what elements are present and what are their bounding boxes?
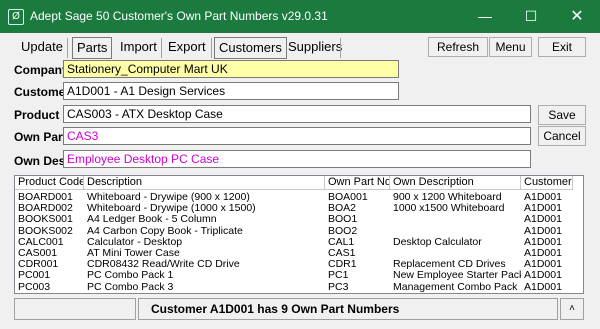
cell-own-description bbox=[390, 248, 521, 259]
menu-separator bbox=[340, 38, 341, 58]
cancel-button[interactable]: Cancel bbox=[538, 126, 586, 146]
save-button[interactable]: Save bbox=[538, 105, 586, 125]
cell-customer: A1D001 bbox=[524, 192, 562, 203]
menu-button[interactable]: Menu bbox=[489, 37, 532, 57]
cell-own-description: New Employee Starter Pack bbox=[393, 270, 521, 282]
menu-separator bbox=[211, 38, 212, 58]
table-row[interactable]: CDR001 CDR08432 Read/Write CD Drive CDR1 Re… bbox=[15, 259, 583, 270]
exit-button[interactable]: Exit bbox=[538, 37, 586, 57]
cell-own-description: 1000 x1500 Whiteboard bbox=[393, 203, 505, 215]
cell-own-part-no: BOA2 bbox=[328, 203, 357, 215]
cell-own-description: 900 x 1200 Whiteboard bbox=[393, 192, 502, 203]
table-row[interactable]: BOOKS001 A4 Ledger Book - 5 Column BOO1 A1D… bbox=[15, 214, 583, 225]
customer-label: Customer bbox=[14, 85, 71, 99]
status-bar: Customer A1D001 has 9 Own Part Numbers ˄ bbox=[14, 298, 584, 320]
own-parts-grid[interactable]: Product Code Description Own Part No Own De… bbox=[14, 175, 584, 294]
cell-description: A4 Carbon Copy Book - Triplicate bbox=[87, 225, 243, 237]
cell-product-code: PC003 bbox=[18, 281, 51, 293]
header-own-description[interactable]: Own Description bbox=[390, 176, 521, 190]
cell-description: Whiteboard - Drywipe (900 x 1200) bbox=[87, 192, 250, 203]
cell-product-code: BOARD001 bbox=[18, 192, 73, 203]
menu-separator bbox=[161, 38, 162, 58]
header-customer[interactable]: Customer bbox=[521, 176, 573, 190]
cell-own-description bbox=[390, 226, 521, 237]
refresh-button[interactable]: Refresh bbox=[428, 37, 488, 57]
cell-own-description bbox=[390, 214, 521, 225]
cell-description: Whiteboard - Drywipe (1000 x 1500) bbox=[87, 203, 256, 215]
cell-own-description: Management Combo Pack bbox=[393, 281, 518, 293]
cell-description: AT Mini Tower Case bbox=[87, 248, 180, 259]
cell-customer: A1D001 bbox=[524, 248, 562, 259]
header-description[interactable]: Description bbox=[84, 176, 325, 190]
menu-separator bbox=[67, 38, 68, 58]
tab-customers[interactable]: Customers bbox=[214, 37, 287, 59]
cell-customer: A1D001 bbox=[524, 259, 562, 271]
cell-customer: A1D001 bbox=[524, 270, 562, 282]
cell-own-part-no: CAS1 bbox=[328, 248, 356, 259]
cell-own-part-no: BOO2 bbox=[328, 225, 358, 237]
cell-own-description: Replacement CD Drives bbox=[393, 259, 506, 271]
table-row[interactable]: BOOKS002 A4 Carbon Copy Book - Triplicate… bbox=[15, 226, 583, 237]
company-label: Company bbox=[14, 63, 69, 77]
tab-import[interactable]: Import bbox=[116, 37, 161, 57]
cell-description: CDR08432 Read/Write CD Drive bbox=[87, 259, 240, 271]
status-panel-left bbox=[14, 298, 136, 320]
own-desc-field[interactable]: Employee Desktop PC Case bbox=[63, 150, 531, 168]
own-part-field[interactable]: CAS3 bbox=[63, 127, 531, 145]
table-row[interactable]: CALC001 Calculator - Desktop CAL1 Desktop C… bbox=[15, 237, 583, 248]
cell-product-code: CAS001 bbox=[18, 248, 58, 259]
cell-product-code: CALC001 bbox=[18, 236, 64, 248]
cell-customer: A1D001 bbox=[524, 203, 562, 215]
header-product-code[interactable]: Product Code bbox=[15, 176, 84, 190]
cell-own-description: Desktop Calculator bbox=[393, 236, 482, 248]
table-row[interactable]: PC003 PC Combo Pack 3 PC3 Management Combo … bbox=[15, 282, 583, 293]
table-row[interactable]: CAS001 AT Mini Tower Case CAS1 A1D001 bbox=[15, 248, 583, 259]
tab-parts[interactable]: Parts bbox=[72, 37, 113, 59]
cell-customer: A1D001 bbox=[524, 225, 562, 237]
cell-product-code: BOOKS001 bbox=[18, 214, 73, 226]
cell-product-code: BOOKS002 bbox=[18, 225, 73, 237]
cell-own-part-no: CAL1 bbox=[328, 236, 355, 248]
close-button[interactable]: ✕ bbox=[554, 0, 600, 33]
status-message: Customer A1D001 has 9 Own Part Numbers bbox=[138, 298, 558, 320]
cell-description: Calculator - Desktop bbox=[87, 236, 183, 248]
own-part-label: Own Part bbox=[14, 130, 67, 144]
cell-product-code: PC001 bbox=[18, 270, 51, 282]
company-field[interactable]: Stationery_Computer Mart UK bbox=[63, 60, 399, 78]
minimize-button[interactable]: — bbox=[462, 0, 508, 33]
tab-export[interactable]: Export bbox=[164, 37, 210, 57]
table-row[interactable]: BOARD002 Whiteboard - Drywipe (1000 x 150… bbox=[15, 203, 583, 214]
title-bar: Ø Adept Sage 50 Customer's Own Part Numb… bbox=[0, 0, 600, 33]
maximize-button[interactable]: ☐ bbox=[508, 0, 554, 33]
header-own-part-no[interactable]: Own Part No bbox=[325, 176, 390, 190]
cell-own-part-no: PC3 bbox=[328, 281, 349, 293]
cell-customer: A1D001 bbox=[524, 236, 562, 248]
tab-update[interactable]: Update bbox=[17, 37, 67, 57]
product-label: Product bbox=[14, 108, 60, 122]
cell-own-part-no: BOO1 bbox=[328, 214, 358, 226]
cell-product-code: BOARD002 bbox=[18, 203, 73, 215]
cell-own-part-no: CDR1 bbox=[328, 259, 357, 271]
cell-description: PC Combo Pack 3 bbox=[87, 281, 174, 293]
table-row[interactable]: PC001 PC Combo Pack 1 PC1 New Employee Star… bbox=[15, 270, 583, 281]
scroll-up-button[interactable]: ˄ bbox=[560, 298, 584, 320]
app-icon: Ø bbox=[8, 9, 24, 25]
cell-customer: A1D001 bbox=[524, 281, 562, 293]
tab-suppliers[interactable]: Suppliers bbox=[284, 37, 346, 57]
product-field[interactable]: CAS003 - ATX Desktop Case bbox=[63, 105, 531, 123]
cell-own-part-no: PC1 bbox=[328, 270, 349, 282]
cell-customer: A1D001 bbox=[524, 214, 562, 226]
customer-field[interactable]: A1D001 - A1 Design Services bbox=[63, 82, 399, 100]
window-title: Adept Sage 50 Customer's Own Part Number… bbox=[30, 9, 328, 23]
table-row[interactable]: BOARD001 Whiteboard - Drywipe (900 x 1200… bbox=[15, 192, 583, 203]
cell-description: A4 Ledger Book - 5 Column bbox=[87, 214, 217, 226]
cell-description: PC Combo Pack 1 bbox=[87, 270, 174, 282]
cell-product-code: CDR001 bbox=[18, 259, 59, 271]
cell-own-part-no: BOA001 bbox=[328, 192, 368, 203]
